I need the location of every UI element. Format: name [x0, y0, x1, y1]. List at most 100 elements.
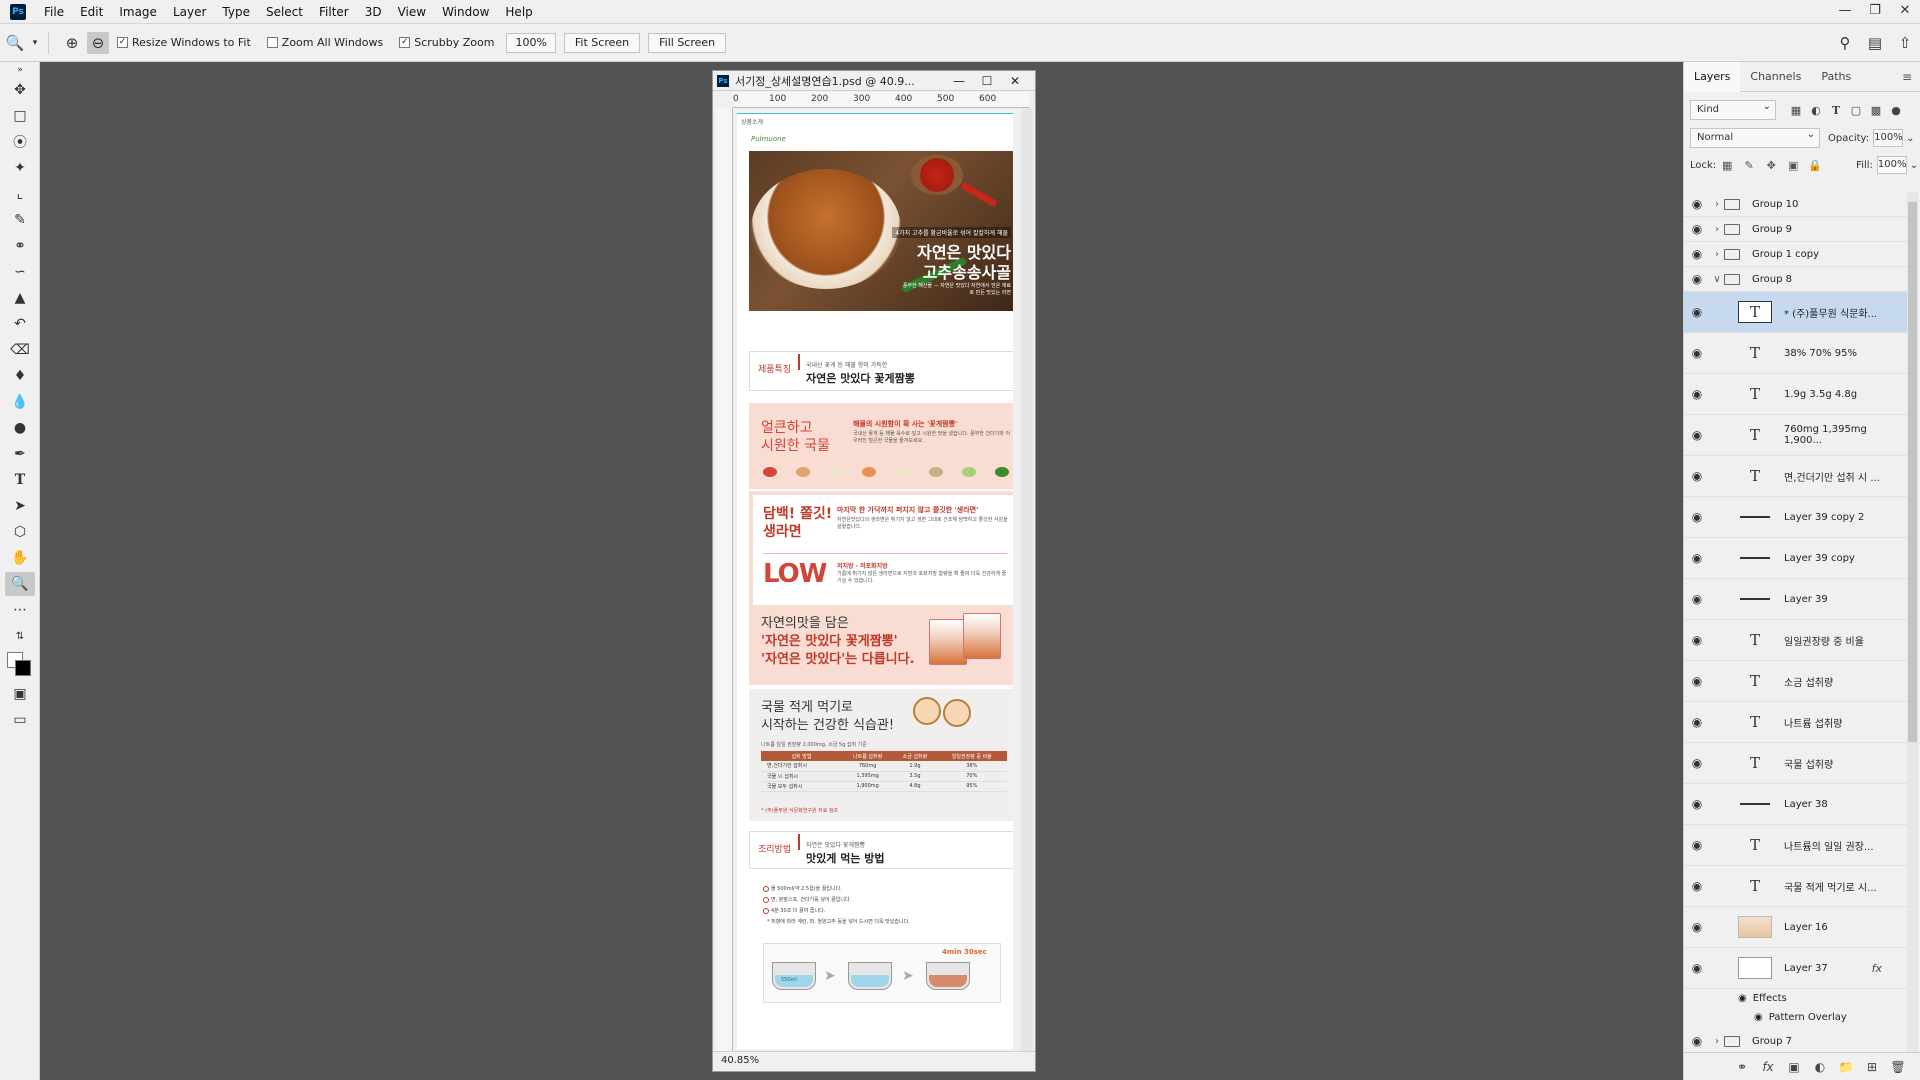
layer-row[interactable]: ◉ T 국물 적게 먹기로 시... [1684, 866, 1908, 907]
lasso-tool-icon[interactable]: ⦿ [5, 130, 35, 154]
adjustment-layer-icon[interactable]: ◐ [1807, 1060, 1833, 1074]
visibility-eye-icon[interactable]: ◉ [1684, 222, 1710, 236]
visibility-eye-icon[interactable]: ◉ [1684, 756, 1710, 770]
fill-screen-button[interactable]: Fill Screen [648, 32, 727, 53]
doc-close-icon[interactable]: ✕ [1001, 71, 1029, 91]
menu-help[interactable]: Help [497, 0, 540, 24]
layer-row[interactable]: ◉ › Group 9 [1684, 217, 1908, 242]
eyedropper-tool-icon[interactable]: ✎ [5, 208, 35, 232]
layer-row[interactable]: ◉ T 일일권장량 중 비율 [1684, 620, 1908, 661]
screen-mode-icon[interactable]: ▭ [5, 708, 35, 732]
dodge-tool-icon[interactable]: ● [5, 416, 35, 440]
visibility-eye-icon[interactable]: ◉ [1684, 551, 1710, 565]
quick-mask-icon[interactable]: ▣ [5, 682, 35, 706]
visibility-eye-icon[interactable]: ◉ [1684, 1034, 1710, 1048]
zoom-status[interactable]: 40.85% [713, 1051, 1035, 1071]
search-icon[interactable]: ⚲ [1830, 34, 1860, 52]
visibility-eye-icon[interactable]: ◉ [1684, 797, 1710, 811]
filter-kind-select[interactable]: Kind [1690, 98, 1776, 120]
visibility-eye-icon[interactable]: ◉ [1754, 1012, 1763, 1023]
visibility-eye-icon[interactable]: ◉ [1684, 592, 1710, 606]
pen-tool-icon[interactable]: ✒ [5, 442, 35, 466]
layer-row[interactable]: ◉ T 나트륨의 일일 권장... [1684, 825, 1908, 866]
visibility-eye-icon[interactable]: ◉ [1684, 510, 1710, 524]
layers-scrollbar[interactable] [1907, 192, 1918, 1052]
scrollbar-thumb[interactable] [1908, 202, 1917, 742]
add-mask-icon[interactable]: ▣ [1781, 1060, 1807, 1074]
chevron-down-icon[interactable]: ∨ [1710, 274, 1724, 285]
opacity-field[interactable]: 100% [1873, 129, 1904, 147]
horizontal-ruler[interactable]: 0 100 200 300 400 500 600 [733, 92, 1029, 108]
lock-position-icon[interactable]: ✥ [1760, 159, 1782, 172]
document-scrollbar[interactable] [1021, 108, 1033, 1053]
layer-row[interactable]: ◉ Layer 39 copy 2 [1684, 497, 1908, 538]
lock-artboard-icon[interactable]: ▣ [1782, 159, 1804, 172]
layer-row[interactable]: ◉ T 면,건더기만 섭취 시 ... [1684, 456, 1908, 497]
restore-icon[interactable]: ❐ [1860, 0, 1890, 24]
visibility-eye-icon[interactable]: ◉ [1684, 387, 1710, 401]
chevron-right-icon[interactable]: › [1710, 224, 1724, 235]
visibility-eye-icon[interactable]: ◉ [1684, 469, 1710, 483]
tab-paths[interactable]: Paths [1811, 62, 1861, 92]
canvas[interactable]: 상품소개 Pulmuone 4가지 고추를 황금비율로 섞어 칼칼하게 해물 자… [737, 113, 1013, 1049]
visibility-eye-icon[interactable]: ◉ [1684, 247, 1710, 261]
menu-3d[interactable]: 3D [357, 0, 390, 24]
doc-minimize-icon[interactable]: — [945, 71, 973, 91]
visibility-eye-icon[interactable]: ◉ [1684, 197, 1710, 211]
visibility-eye-icon[interactable]: ◉ [1684, 272, 1710, 286]
doc-maximize-icon[interactable]: ☐ [973, 71, 1001, 91]
menu-file[interactable]: File [36, 0, 72, 24]
crop-tool-icon[interactable]: ⌞ [5, 182, 35, 206]
menu-select[interactable]: Select [258, 0, 311, 24]
layer-row[interactable]: ◉ Layer 37 fx [1684, 948, 1908, 989]
filter-image-icon[interactable]: ▦ [1786, 104, 1806, 117]
move-tool-icon[interactable]: ✥ [5, 78, 35, 102]
visibility-eye-icon[interactable]: ◉ [1684, 346, 1710, 360]
scrubby-zoom-checkbox[interactable]: ✓ Scrubby Zoom [399, 36, 494, 49]
layer-row[interactable]: ◉ T 국물 섭취량 [1684, 743, 1908, 784]
zoom-percent-field[interactable]: 100% [506, 32, 556, 53]
layer-row[interactable]: ◉ T 38% 70% 95% [1684, 333, 1908, 374]
layer-row[interactable]: ◉ › Group 7 [1684, 1029, 1908, 1052]
menu-edit[interactable]: Edit [72, 0, 111, 24]
layer-row[interactable]: ◉ Layer 16 [1684, 907, 1908, 948]
effects-row[interactable]: ◉ Effects [1738, 993, 1787, 1004]
visibility-eye-icon[interactable]: ◉ [1684, 715, 1710, 729]
more-tools-icon[interactable]: ⋯ [5, 598, 35, 622]
minimize-icon[interactable]: — [1830, 0, 1860, 24]
filter-shape-icon[interactable]: ▢ [1846, 104, 1866, 117]
layer-row[interactable]: ◉ T 760mg 1,395mg 1,900... [1684, 415, 1908, 456]
tab-layers[interactable]: Layers [1684, 61, 1741, 92]
swap-colors-icon[interactable]: ⇅ [5, 624, 35, 648]
delete-layer-icon[interactable]: 🗑 [1885, 1060, 1911, 1074]
visibility-eye-icon[interactable]: ◉ [1684, 633, 1710, 647]
menu-type[interactable]: Type [214, 0, 258, 24]
visibility-eye-icon[interactable]: ◉ [1684, 961, 1710, 975]
new-layer-icon[interactable]: ⊞ [1859, 1060, 1885, 1074]
filter-toggle-icon[interactable]: ● [1886, 104, 1906, 117]
marquee-tool-icon[interactable]: □ [5, 104, 35, 128]
magic-wand-tool-icon[interactable]: ✦ [5, 156, 35, 180]
menu-layer[interactable]: Layer [165, 0, 214, 24]
paint-bucket-tool-icon[interactable]: ♦ [5, 364, 35, 388]
filter-type-icon[interactable]: T [1826, 104, 1846, 117]
visibility-eye-icon[interactable]: ◉ [1684, 428, 1710, 442]
layer-row[interactable]: ◉ Layer 39 copy [1684, 538, 1908, 579]
filter-smart-object-icon[interactable]: ▩ [1866, 104, 1886, 117]
chevron-right-icon[interactable]: › [1710, 249, 1724, 260]
visibility-eye-icon[interactable]: ◉ [1684, 920, 1710, 934]
foreground-background-color-icon[interactable] [5, 650, 35, 680]
lock-image-icon[interactable]: ✎ [1738, 159, 1760, 172]
visibility-eye-icon[interactable]: ◉ [1684, 305, 1710, 319]
zoom-tool-icon[interactable]: 🔍 [5, 572, 35, 596]
collapse-icon[interactable]: » [5, 64, 35, 76]
zoom-all-checkbox[interactable]: Zoom All Windows [266, 36, 383, 49]
layer-row[interactable]: ◉ › Group 1 copy [1684, 242, 1908, 267]
layer-row[interactable]: ◉ Layer 39 [1684, 579, 1908, 620]
brush-tool-icon[interactable]: ∽ [5, 260, 35, 284]
zoom-in-icon[interactable]: ⊕ [61, 32, 83, 54]
zoom-tool-preset-icon[interactable]: 🔍 [4, 32, 26, 54]
visibility-eye-icon[interactable]: ◉ [1684, 879, 1710, 893]
layer-row[interactable]: ◉ T * (주)풀무원 식문화... [1684, 292, 1908, 333]
menu-view[interactable]: View [390, 0, 434, 24]
